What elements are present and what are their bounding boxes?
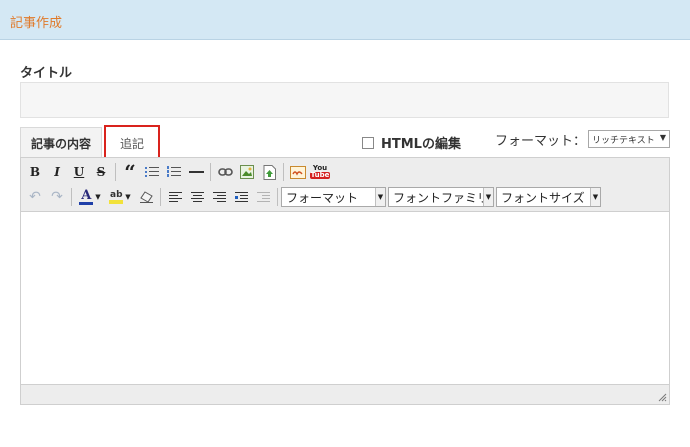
bullet-list-icon bbox=[145, 166, 159, 178]
chevron-down-icon: ▼ bbox=[375, 188, 385, 206]
youtube-icon-bottom: Tube bbox=[309, 171, 331, 179]
italic-button[interactable]: I bbox=[46, 161, 68, 183]
link-icon bbox=[217, 168, 233, 176]
link-button[interactable] bbox=[214, 161, 236, 183]
clear-format-button[interactable] bbox=[135, 186, 157, 208]
highlight-icon: ab bbox=[109, 190, 124, 204]
align-left-button[interactable] bbox=[164, 186, 186, 208]
strikethrough-button[interactable]: S bbox=[90, 161, 112, 183]
chevron-down-icon: ▼ bbox=[659, 133, 666, 142]
toolbar-divider bbox=[277, 188, 278, 206]
editor-content-area[interactable] bbox=[21, 211, 669, 385]
tab-append[interactable]: 追記 bbox=[104, 125, 160, 161]
chevron-down-icon: ▼ bbox=[483, 188, 493, 206]
tab-article-content[interactable]: 記事の内容 bbox=[20, 127, 102, 158]
outdent-icon bbox=[256, 191, 270, 203]
toolbar-row-2: ↶ ↷ A ▼ ab ▼ フォーマット ▼ フォントファミリ ▼ フォントサイズ… bbox=[24, 186, 603, 208]
page-title: 記事作成 bbox=[10, 16, 63, 31]
image-icon bbox=[240, 165, 254, 179]
html-edit-label: HTMLの編集 bbox=[381, 137, 461, 152]
format-block-dropdown[interactable]: フォーマット ▼ bbox=[281, 187, 386, 207]
bullet-list-button[interactable] bbox=[141, 161, 163, 183]
quote-icon: “ bbox=[124, 160, 136, 184]
numbered-list-button[interactable] bbox=[163, 161, 185, 183]
align-center-button[interactable] bbox=[186, 186, 208, 208]
html-edit-checkbox[interactable] bbox=[362, 136, 374, 149]
toolbar-divider bbox=[115, 163, 116, 181]
chevron-down-icon: ▼ bbox=[125, 193, 131, 201]
toolbar-divider bbox=[283, 163, 284, 181]
blockquote-button[interactable]: “ bbox=[119, 161, 141, 183]
rich-text-editor: B I U S “ You Tube ↶ ↷ A ▼ ab ▼ フォーマット ▼… bbox=[20, 157, 670, 405]
align-right-button[interactable] bbox=[208, 186, 230, 208]
format-select-value: リッチテキスト bbox=[592, 135, 655, 146]
insert-youtube-button[interactable]: You Tube bbox=[309, 161, 331, 183]
youtube-icon: You Tube bbox=[309, 165, 331, 179]
highlight-color-button[interactable]: ab ▼ bbox=[105, 186, 135, 208]
format-label: フォーマット： bbox=[495, 134, 587, 149]
font-family-value: フォントファミリ bbox=[393, 190, 490, 205]
horizontal-rule-icon bbox=[188, 171, 204, 173]
toolbar-row-1: B I U S “ You Tube bbox=[24, 161, 331, 183]
align-left-icon bbox=[168, 191, 182, 203]
outdent-button[interactable] bbox=[252, 186, 274, 208]
highlight-letters: ab bbox=[110, 190, 123, 200]
font-size-dropdown[interactable]: フォントサイズ ▼ bbox=[496, 187, 601, 207]
format-select[interactable]: リッチテキスト ▼ bbox=[588, 130, 670, 148]
file-upload-icon bbox=[263, 164, 276, 180]
font-color-icon: A bbox=[79, 188, 94, 205]
chevron-down-icon: ▼ bbox=[95, 193, 101, 201]
numbered-list-icon bbox=[167, 166, 181, 178]
html-edit-toggle[interactable]: HTMLの編集 bbox=[362, 133, 461, 152]
title-label: タイトル bbox=[20, 66, 73, 81]
header-bar: 記事作成 bbox=[0, 0, 690, 40]
indent-icon bbox=[234, 191, 248, 203]
insert-image-button[interactable] bbox=[236, 161, 258, 183]
format-block-value: フォーマット bbox=[286, 190, 359, 205]
insert-emoji-button[interactable] bbox=[287, 161, 309, 183]
redo-icon: ↷ bbox=[51, 189, 63, 205]
font-color-swatch bbox=[79, 202, 94, 205]
font-size-value: フォントサイズ bbox=[501, 190, 585, 205]
align-center-icon bbox=[190, 191, 204, 203]
emoji-icon bbox=[290, 165, 306, 179]
redo-button[interactable]: ↷ bbox=[46, 186, 68, 208]
eraser-icon bbox=[139, 191, 153, 203]
highlight-swatch bbox=[109, 200, 124, 204]
toolbar-divider bbox=[210, 163, 211, 181]
indent-button[interactable] bbox=[230, 186, 252, 208]
upload-file-button[interactable] bbox=[258, 161, 280, 183]
chevron-down-icon: ▼ bbox=[590, 188, 600, 206]
resize-handle-icon[interactable] bbox=[657, 392, 667, 402]
toolbar-divider bbox=[71, 188, 72, 206]
font-family-dropdown[interactable]: フォントファミリ ▼ bbox=[388, 187, 494, 207]
bold-button[interactable]: B bbox=[24, 161, 46, 183]
font-color-button[interactable]: A ▼ bbox=[75, 186, 105, 208]
horizontal-rule-button[interactable] bbox=[185, 161, 207, 183]
underline-button[interactable]: U bbox=[68, 161, 90, 183]
title-input[interactable] bbox=[20, 82, 669, 118]
font-color-letter: A bbox=[81, 188, 92, 203]
undo-button[interactable]: ↶ bbox=[24, 186, 46, 208]
toolbar-divider bbox=[160, 188, 161, 206]
undo-icon: ↶ bbox=[29, 189, 41, 205]
align-right-icon bbox=[212, 191, 226, 203]
